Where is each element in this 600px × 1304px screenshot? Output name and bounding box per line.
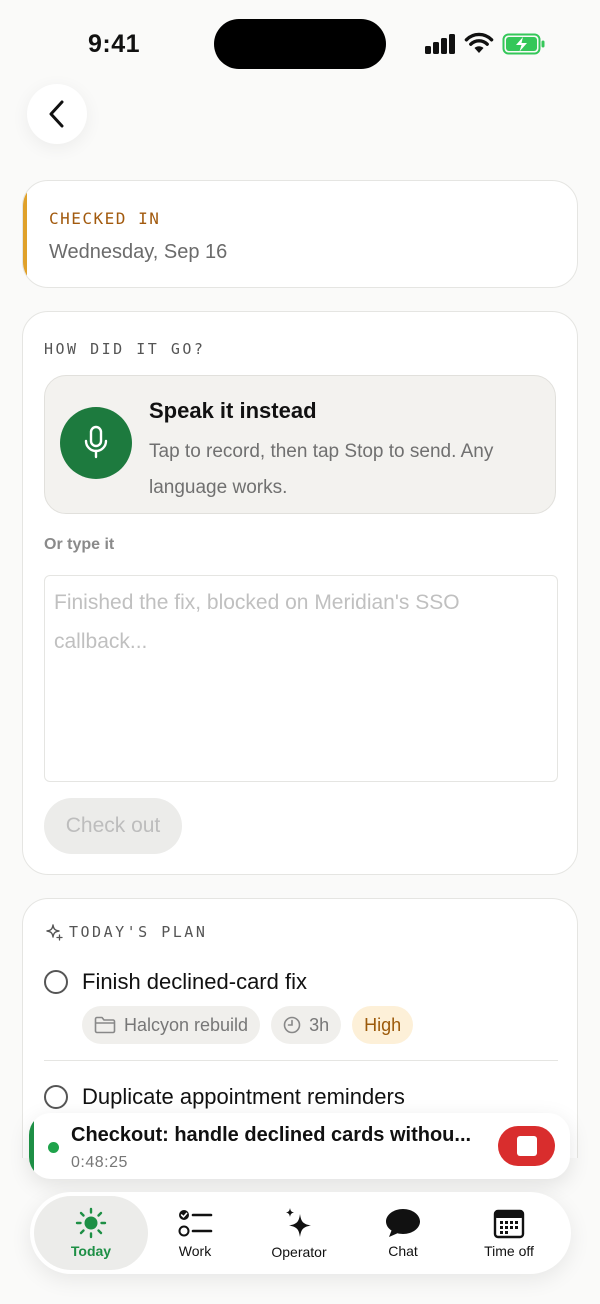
checked-in-card: CHECKED IN Wednesday, Sep 16	[22, 180, 578, 288]
tab-label: Chat	[388, 1243, 418, 1259]
clock-icon	[283, 1016, 301, 1034]
active-timer-banner[interactable]: Checkout: handle declined cards withou..…	[29, 1113, 570, 1179]
estimate-chip-label: 3h	[309, 1014, 330, 1035]
record-button[interactable]	[60, 407, 132, 479]
chat-bubble-icon	[386, 1209, 420, 1237]
cellular-signal-icon	[425, 34, 457, 54]
recording-dot-icon	[48, 1142, 59, 1153]
microphone-icon	[84, 425, 108, 459]
voice-record-title: Speak it instead	[149, 398, 317, 423]
plan-task-item[interactable]: Finish declined-card fix	[44, 969, 307, 995]
tab-time-off[interactable]: Time off	[468, 1196, 550, 1270]
tab-label: Operator	[271, 1244, 327, 1260]
checkout-notes-input[interactable]	[44, 575, 558, 782]
task-divider	[44, 1060, 558, 1061]
timer-elapsed: 0:48:25	[71, 1154, 128, 1171]
task-title: Finish declined-card fix	[82, 969, 307, 994]
timer-accent-bar	[29, 1113, 34, 1179]
wifi-icon	[464, 32, 494, 53]
status-time: 9:41	[88, 30, 141, 58]
checkout-form-card: HOW DID IT GO? Speak it instead Tap to r…	[22, 311, 578, 875]
todays-plan-header: TODAY'S PLAN	[45, 923, 207, 941]
task-checkbox[interactable]	[44, 1085, 68, 1109]
chevron-left-icon	[49, 100, 64, 128]
back-button[interactable]	[27, 84, 87, 144]
tab-label: Time off	[484, 1243, 534, 1259]
checked-in-label: CHECKED IN	[49, 209, 161, 228]
voice-record-panel[interactable]: Speak it instead Tap to record, then tap…	[44, 375, 556, 514]
timer-task-title: Checkout: handle declined cards withou..…	[71, 1124, 472, 1146]
sun-icon	[75, 1207, 107, 1239]
or-type-label: Or type it	[44, 536, 115, 553]
sparkle-icon	[46, 924, 63, 941]
tab-operator[interactable]: Operator	[254, 1196, 344, 1270]
project-chip: Halcyon rebuild	[82, 1006, 261, 1044]
priority-chip-label: High	[364, 1014, 402, 1035]
plan-task-item[interactable]: Duplicate appointment reminders	[44, 1084, 405, 1110]
checked-in-accent-bar	[23, 181, 27, 287]
estimate-chip: 3h	[271, 1006, 342, 1044]
voice-record-subtitle: Tap to record, then tap Stop to send. An…	[149, 441, 494, 498]
tab-label: Work	[178, 1243, 212, 1259]
task-checkbox[interactable]	[44, 970, 68, 994]
calendar-icon	[493, 1209, 525, 1239]
sparkles-icon	[286, 1208, 311, 1237]
bottom-tab-bar: Today Work Operator Chat Time off	[30, 1192, 571, 1274]
stop-icon	[516, 1136, 537, 1156]
task-meta-chips: Halcyon rebuild 3h High	[82, 1006, 414, 1044]
tab-label: Today	[70, 1243, 112, 1259]
checklist-icon	[178, 1210, 213, 1237]
check-out-button[interactable]: Check out	[44, 798, 182, 854]
todays-plan-heading: TODAY'S PLAN	[69, 923, 208, 941]
project-chip-label: Halcyon rebuild	[124, 1014, 249, 1035]
dynamic-island	[214, 19, 386, 69]
stop-timer-button[interactable]	[498, 1126, 555, 1166]
checkout-form-heading: HOW DID IT GO?	[44, 340, 206, 358]
tab-work[interactable]: Work	[152, 1196, 238, 1270]
checked-in-date: Wednesday, Sep 16	[49, 241, 228, 263]
tab-chat[interactable]: Chat	[362, 1196, 444, 1270]
battery-charging-icon	[502, 33, 545, 55]
tab-today[interactable]: Today	[34, 1196, 148, 1270]
priority-chip: High	[352, 1006, 414, 1044]
folder-icon	[94, 1016, 116, 1034]
task-title: Duplicate appointment reminders	[82, 1084, 405, 1109]
